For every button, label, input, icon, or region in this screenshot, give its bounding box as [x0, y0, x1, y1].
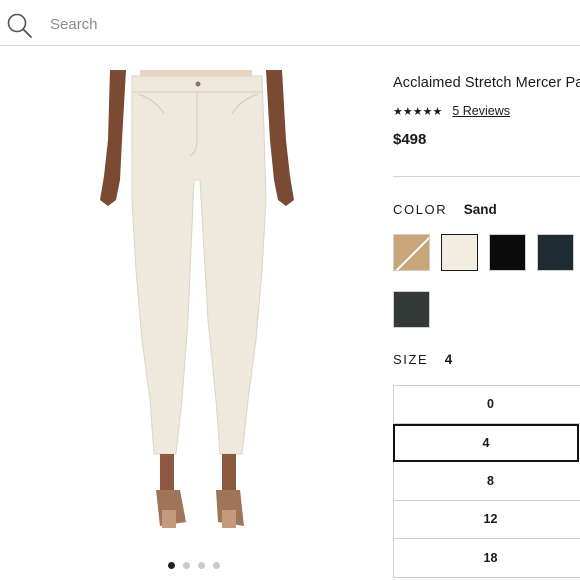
size-heading: SIZE 4	[393, 351, 452, 369]
divider	[393, 176, 580, 177]
size-option-18[interactable]: 18	[393, 539, 580, 578]
color-heading: COLOR Sand	[393, 201, 497, 219]
product-title: Acclaimed Stretch Mercer Pa	[393, 75, 580, 91]
product-image[interactable]	[96, 70, 296, 538]
size-label: SIZE	[393, 352, 429, 367]
size-selected-value: 4	[444, 352, 453, 367]
size-options: 0 4 8 12 18	[393, 385, 580, 578]
reviews-link[interactable]: 5 Reviews	[452, 104, 510, 118]
product-price: $498	[393, 131, 427, 148]
pager-dot[interactable]	[198, 562, 205, 569]
pager-dot[interactable]	[183, 562, 190, 569]
product-details: Acclaimed Stretch Mercer Pa ★★★★★ 5 Revi…	[393, 72, 580, 148]
color-selected-value: Sand	[463, 202, 497, 217]
search-icon[interactable]	[6, 12, 34, 40]
color-swatch-tan[interactable]	[393, 234, 430, 271]
size-option-0[interactable]: 0	[393, 385, 580, 424]
color-swatch-navy[interactable]	[537, 234, 574, 271]
search-bar	[0, 0, 580, 46]
search-input[interactable]	[50, 12, 530, 36]
size-option-4[interactable]: 4	[393, 423, 579, 462]
pager-dot-active[interactable]	[168, 562, 175, 569]
image-pager	[168, 562, 220, 569]
size-option-8[interactable]: 8	[393, 462, 580, 501]
pager-dot[interactable]	[213, 562, 220, 569]
color-label: COLOR	[393, 202, 448, 217]
size-option-12[interactable]: 12	[393, 500, 580, 539]
color-swatch-black[interactable]	[489, 234, 526, 271]
color-swatch-charcoal[interactable]	[393, 291, 430, 328]
rating-row: ★★★★★ 5 Reviews	[393, 104, 510, 118]
star-rating-icon: ★★★★★	[393, 105, 443, 118]
color-swatch-sand[interactable]	[441, 234, 478, 271]
